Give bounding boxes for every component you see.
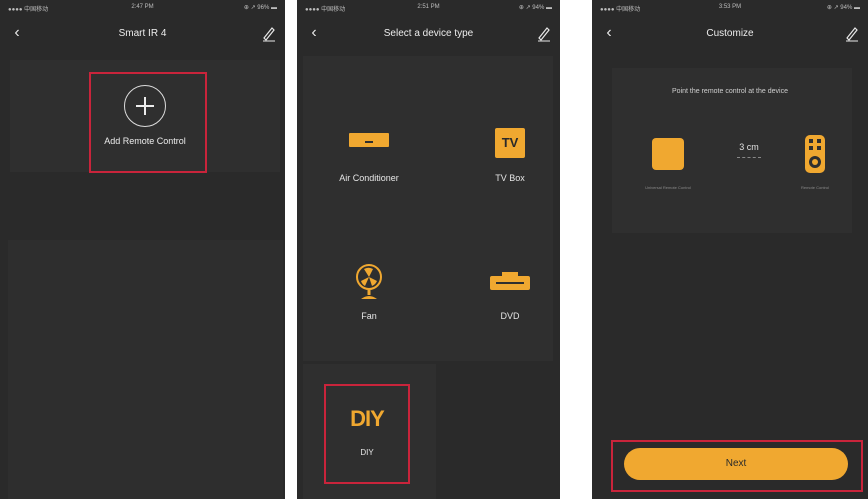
page-title: Customize (706, 28, 754, 39)
status-bar: ●●●● 中国移动 3:53 PM ⊕ ↗ 94% ▬ (592, 4, 868, 14)
page-title: Select a device type (383, 28, 474, 39)
page-title: Smart IR 4 (118, 28, 167, 39)
device-label-dvd[interactable]: DVD (450, 311, 570, 321)
distance-line (737, 157, 761, 158)
device-label-fan[interactable]: Fan (309, 311, 429, 321)
status-bar: ●●●● 中国移动 2:47 PM ⊕ ↗ 96% ▬ (0, 4, 285, 14)
device-label-tv-box[interactable]: TV Box (450, 173, 570, 183)
highlight-diy (324, 384, 410, 484)
edit-icon[interactable] (536, 24, 552, 42)
content-area (8, 240, 283, 499)
device-label-air-conditioner[interactable]: Air Conditioner (309, 173, 429, 183)
fan-icon[interactable] (355, 264, 383, 300)
tv-box-icon[interactable]: TV (495, 128, 525, 158)
nav-bar: ‹ Smart IR 4 (0, 22, 285, 48)
air-conditioner-icon[interactable] (349, 133, 389, 149)
battery: ⊕ ↗ 94% ▬ (826, 5, 860, 11)
highlight-next (611, 440, 863, 492)
battery: ⊕ ↗ 94% ▬ (518, 5, 552, 11)
remote-control-icon (805, 135, 825, 173)
clock: 2:47 PM (131, 4, 154, 10)
dvd-icon[interactable] (490, 272, 530, 292)
edit-icon[interactable] (844, 24, 860, 42)
universal-remote-caption: Universal Remote Control (645, 185, 691, 190)
highlight-add-remote (89, 72, 207, 173)
universal-remote-icon (652, 138, 684, 170)
nav-bar: ‹ Customize (592, 22, 868, 48)
distance-label: 3 cm (739, 142, 759, 152)
remote-control-caption: Remote Control (800, 185, 829, 190)
status-bar: ●●●● 中国移动 2:51 PM ⊕ ↗ 94% ▬ (297, 4, 560, 14)
edit-icon[interactable] (261, 24, 277, 42)
nav-bar: ‹ Select a device type (297, 22, 560, 48)
battery: ⊕ ↗ 96% ▬ (243, 5, 277, 11)
instruction-text: Point the remote control at the device (672, 88, 788, 95)
phone-screen-customize: ●●●● 中国移动 3:53 PM ⊕ ↗ 94% ▬ ‹ Customize … (592, 0, 868, 499)
